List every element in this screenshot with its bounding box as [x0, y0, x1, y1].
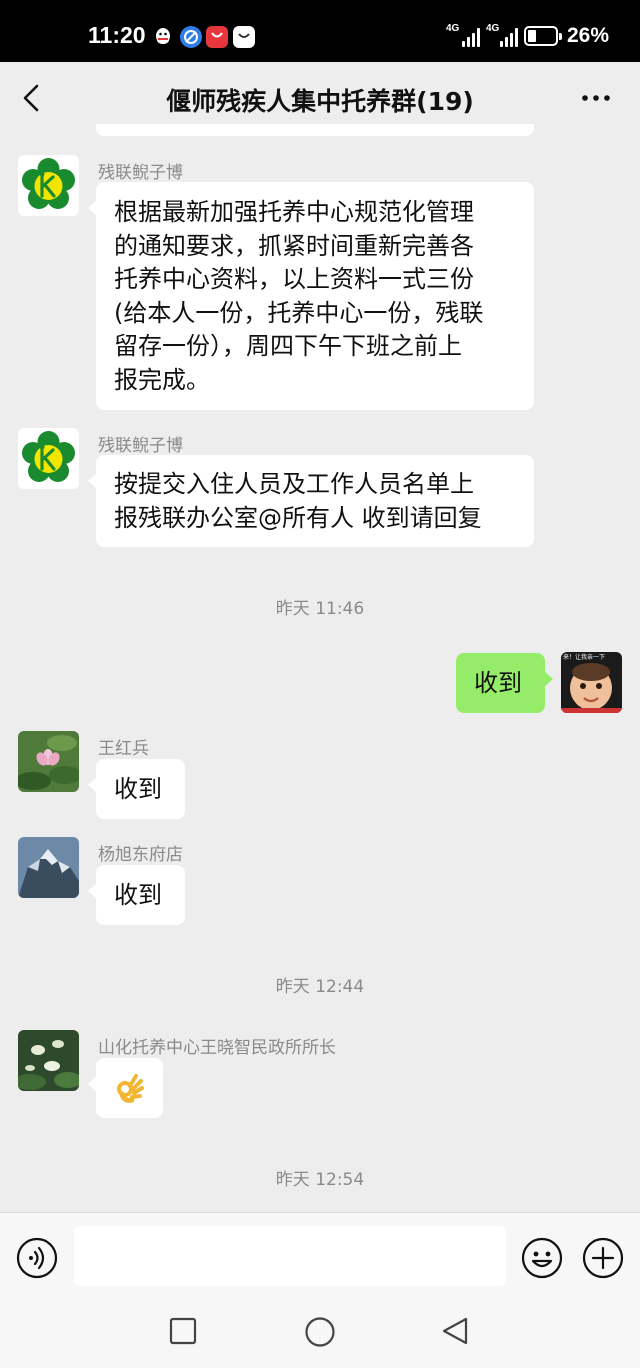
battery-icon [524, 26, 562, 46]
message-line: (给本人一份，托养中心一份，残联 [114, 298, 484, 327]
status-bar: 11:20 4G 4G 26% [0, 0, 640, 62]
more-dots-icon [582, 95, 610, 101]
message-text: 收到 [474, 669, 522, 697]
sender-name: 残联鲵子博 [98, 436, 183, 456]
avatar[interactable] [18, 155, 79, 216]
more-options-button[interactable] [576, 80, 616, 116]
home-button[interactable] [304, 1316, 335, 1347]
message-bubble[interactable]: 根据最新加强托养中心规范化管理 的通知要求，抓紧时间重新完善各 托养中心资料，以… [88, 182, 534, 410]
square-icon [169, 1317, 197, 1345]
timestamp: 昨天 12:54 [275, 1170, 365, 1190]
emoji-icon [521, 1237, 563, 1279]
baby-photo-avatar [561, 652, 622, 713]
qq-icon [152, 26, 174, 48]
disabled-federation-logo-icon [18, 428, 79, 489]
battery-percent: 26% [567, 24, 610, 47]
message-line: 根据最新加强托养中心规范化管理 [114, 198, 474, 226]
message-text: 收到 [114, 775, 162, 803]
voice-icon [16, 1237, 58, 1279]
message-line: 托养中心资料，以上资料一式三份 [114, 265, 474, 293]
message-bubble[interactable] [88, 1058, 163, 1118]
self-avatar[interactable]: 来！让我亲一下 [561, 652, 622, 713]
chat-title: 偃师残疾人集中托养群(19) [166, 87, 474, 116]
huawei-icon [233, 26, 255, 48]
sender-name: 杨旭东府店 [98, 845, 183, 865]
message-bubble[interactable]: 按提交入住人员及工作人员名单上 报残联办公室@所有人 收到请回复 [88, 455, 534, 547]
message-text: 收到 [114, 881, 162, 909]
triangle-back-icon [442, 1317, 468, 1345]
back-nav-button[interactable] [440, 1316, 470, 1346]
input-bar [0, 1212, 640, 1300]
avatar-caption: 来！让我亲一下 [563, 654, 606, 661]
voice-input-button[interactable] [16, 1237, 58, 1279]
message-bubble[interactable]: 收到 [88, 759, 185, 819]
huawei-store-icon [206, 26, 228, 48]
message-input[interactable] [74, 1226, 506, 1286]
recent-apps-button[interactable] [168, 1316, 198, 1346]
message-bubble-self[interactable]: 收到 [456, 653, 553, 713]
lotus-avatar [18, 731, 79, 792]
sender-name: 残联鲵子博 [98, 163, 183, 183]
message-line: 报残联办公室@所有人 收到请回复 [114, 503, 482, 532]
more-functions-button[interactable] [582, 1237, 624, 1279]
timestamp: 昨天 11:46 [275, 599, 365, 619]
avatar[interactable] [18, 837, 79, 898]
ok-hand-icon [117, 1074, 144, 1103]
message-line: 留存一份），周四下午下班之前上 [114, 332, 462, 360]
sender-name: 王红兵 [98, 739, 149, 759]
white-lotus-avatar [18, 1030, 79, 1091]
message-line: 报完成。 [114, 365, 210, 394]
avatar[interactable] [18, 731, 79, 792]
message-line: 的通知要求，抓紧时间重新完善各 [114, 231, 474, 260]
disabled-federation-logo-icon [18, 155, 79, 216]
chevron-left-icon [23, 84, 39, 112]
signal-bars-icon-2 [500, 27, 520, 47]
status-time: 11:20 [88, 22, 146, 48]
network-type-1: 4G [446, 23, 460, 34]
emoji-button[interactable] [521, 1237, 563, 1279]
message-bubble[interactable]: 收到 [88, 865, 185, 925]
timestamp: 昨天 12:44 [275, 977, 365, 997]
message-line: 按提交入住人员及工作人员名单上 [114, 470, 474, 498]
previous-message-bubble [96, 124, 534, 136]
signal-bars-icon [462, 27, 482, 47]
browser-icon [180, 26, 202, 48]
avatar[interactable] [18, 1030, 79, 1091]
back-button[interactable] [16, 80, 52, 116]
sender-name: 山化托养中心王晓智民政所所长 [98, 1038, 336, 1058]
system-navigation-bar [0, 1300, 640, 1368]
avatar[interactable] [18, 428, 79, 489]
plus-icon [582, 1237, 624, 1279]
circle-icon [305, 1317, 335, 1347]
mountain-avatar [18, 837, 79, 898]
network-type-2: 4G [486, 23, 500, 34]
